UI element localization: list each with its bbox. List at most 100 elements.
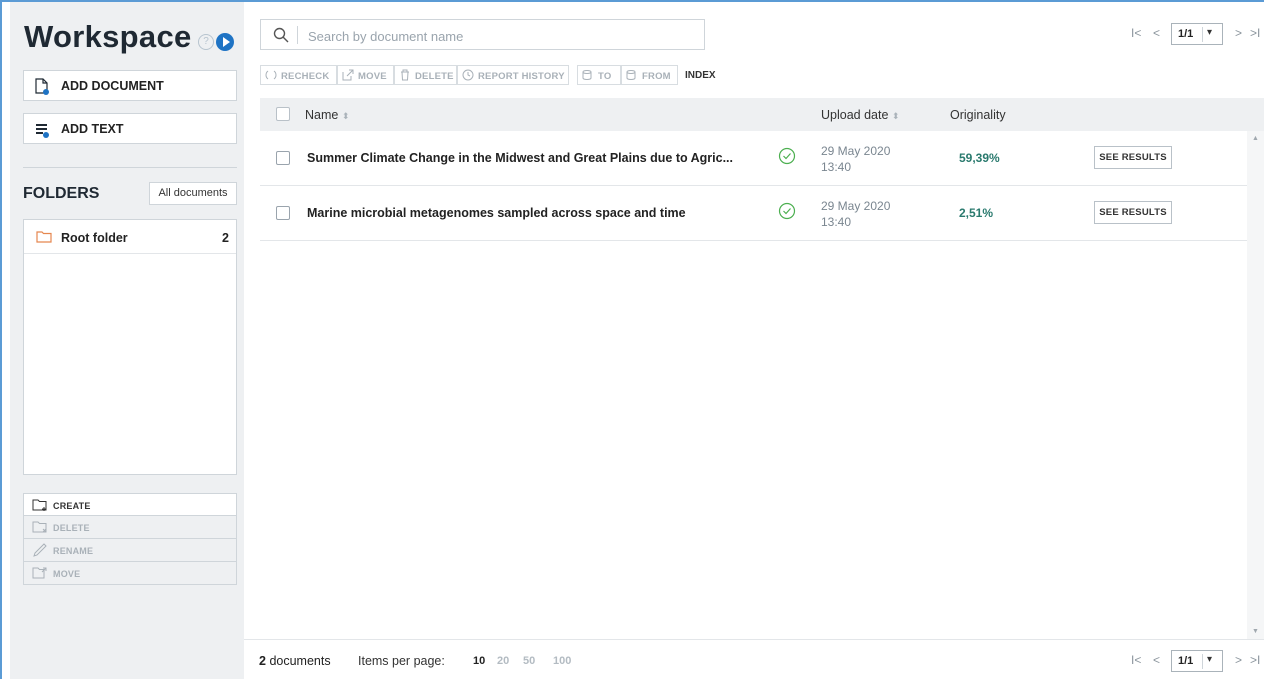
table-row[interactable]: Summer Climate Change in the Midwest and… xyxy=(260,131,1247,186)
add-document-button[interactable]: ADD DOCUMENT xyxy=(23,70,237,101)
all-documents-button[interactable]: All documents xyxy=(149,182,237,205)
recheck-icon xyxy=(265,70,277,80)
search-icon xyxy=(273,27,289,43)
items-per-page-label: Items per page: xyxy=(358,654,445,668)
originality-column-header: Originality xyxy=(950,108,1006,122)
select-all-checkbox[interactable] xyxy=(276,107,290,121)
name-header-label: Name xyxy=(305,108,339,122)
upload-date-day: 29 May 2020 xyxy=(821,144,891,158)
move-folder-button[interactable]: MOVE xyxy=(23,562,237,585)
table-footer: 2 documents Items per page: 10 20 50 100 xyxy=(244,639,1264,680)
index-to-icon xyxy=(582,70,592,80)
document-name[interactable]: Marine microbial metagenomes sampled acr… xyxy=(307,206,686,220)
items-per-page-option-10[interactable]: 10 xyxy=(473,655,485,667)
report-history-button[interactable]: REPORT HISTORY xyxy=(457,65,569,85)
delete-folder-label: DELETE xyxy=(53,523,90,533)
folder-name: Root folder xyxy=(61,231,128,245)
sidebar: Workspace ? ADD DOCUMENT ADD TEXT FOLDER… xyxy=(10,2,244,679)
see-results-button[interactable]: SEE RESULTS xyxy=(1094,146,1172,169)
add-document-label: ADD DOCUMENT xyxy=(61,79,164,93)
next-page-button[interactable]: > xyxy=(1235,26,1242,40)
items-per-page-option-20[interactable]: 20 xyxy=(497,655,509,667)
folder-icon xyxy=(36,231,52,243)
sort-icon: ⬍ xyxy=(891,111,900,121)
table-scrollbar[interactable]: ▲ ▼ xyxy=(1247,131,1264,639)
check-circle-icon xyxy=(778,202,796,220)
table-row[interactable]: Marine microbial metagenomes sampled acr… xyxy=(260,186,1247,241)
move-button[interactable]: MOVE xyxy=(337,65,394,85)
report-history-label: REPORT HISTORY xyxy=(478,71,565,82)
help-icon[interactable]: ? xyxy=(198,34,214,50)
play-tutorial-icon[interactable] xyxy=(216,33,234,51)
upload-date-time: 13:40 xyxy=(821,215,852,229)
folder-item-root[interactable]: Root folder 2 xyxy=(24,220,236,254)
row-checkbox[interactable] xyxy=(276,151,290,165)
upload-date-time: 13:40 xyxy=(821,160,852,174)
upload-date: 29 May 2020 13:40 xyxy=(821,198,890,230)
scroll-down-icon[interactable]: ▼ xyxy=(1252,628,1259,635)
upload-date-column-header[interactable]: Upload date ⬍ xyxy=(821,108,899,122)
add-text-label: ADD TEXT xyxy=(61,122,124,136)
rename-folder-button[interactable]: RENAME xyxy=(23,539,237,562)
upload-date: 29 May 2020 13:40 xyxy=(821,143,890,175)
index-from-label: FROM xyxy=(642,71,671,82)
move-label: MOVE xyxy=(358,71,387,82)
first-page-button[interactable]: I< xyxy=(1131,26,1141,40)
index-label: INDEX xyxy=(685,70,716,81)
page-select-value: 1/1 xyxy=(1178,28,1194,40)
check-circle-icon xyxy=(778,147,796,165)
search-box xyxy=(260,19,705,50)
add-text-icon xyxy=(36,124,49,138)
document-name[interactable]: Summer Climate Change in the Midwest and… xyxy=(307,151,733,165)
workspace-title: Workspace xyxy=(24,19,192,54)
chevron-down-icon: ▾ xyxy=(1207,654,1213,665)
search-input[interactable] xyxy=(306,25,690,47)
add-document-icon xyxy=(35,78,49,95)
delete-label: DELETE xyxy=(415,71,454,82)
next-page-button[interactable]: > xyxy=(1235,653,1242,667)
page-select[interactable]: 1/1 ▾ xyxy=(1171,23,1223,45)
delete-folder-icon xyxy=(32,521,47,533)
sort-icon: ⬍ xyxy=(341,111,350,121)
move-icon xyxy=(342,69,354,81)
originality-value: 2,51% xyxy=(959,206,994,220)
recheck-button[interactable]: RECHECK xyxy=(260,65,337,85)
document-count: 2 documents xyxy=(259,654,331,668)
create-folder-button[interactable]: CREATE xyxy=(23,493,237,516)
index-to-button[interactable]: TO xyxy=(577,65,621,85)
history-icon xyxy=(462,69,474,81)
folder-count: 2 xyxy=(222,231,229,245)
items-per-page-option-50[interactable]: 50 xyxy=(523,655,535,667)
row-checkbox[interactable] xyxy=(276,206,290,220)
document-count-label: documents xyxy=(269,654,331,668)
bottom-pagination: I< < 1/1 ▾ > >I xyxy=(1130,650,1264,673)
folders-heading: FOLDERS xyxy=(23,185,100,202)
trash-icon xyxy=(401,69,409,81)
scroll-up-icon[interactable]: ▲ xyxy=(1252,135,1259,142)
document-count-number: 2 xyxy=(259,654,266,668)
upload-date-header-label: Upload date xyxy=(821,108,889,122)
prev-page-button[interactable]: < xyxy=(1153,26,1160,40)
rename-folder-label: RENAME xyxy=(53,546,94,556)
sidebar-divider xyxy=(23,167,237,168)
index-from-icon xyxy=(626,70,636,80)
see-results-button[interactable]: SEE RESULTS xyxy=(1094,201,1172,224)
page-select-divider xyxy=(1202,654,1203,669)
items-per-page-option-100[interactable]: 100 xyxy=(553,655,571,667)
name-column-header[interactable]: Name ⬍ xyxy=(305,108,349,122)
table-header: Name ⬍ Upload date ⬍ Originality xyxy=(260,98,1264,131)
chevron-down-icon: ▾ xyxy=(1207,27,1213,38)
index-from-button[interactable]: FROM xyxy=(621,65,678,85)
add-text-button[interactable]: ADD TEXT xyxy=(23,113,237,144)
last-page-button[interactable]: >I xyxy=(1250,653,1260,667)
delete-button[interactable]: DELETE xyxy=(394,65,457,85)
page-select[interactable]: 1/1 ▾ xyxy=(1171,650,1223,672)
recheck-label: RECHECK xyxy=(281,71,330,82)
page-select-value: 1/1 xyxy=(1178,655,1194,667)
folder-list: Root folder 2 xyxy=(23,219,237,475)
last-page-button[interactable]: >I xyxy=(1250,26,1260,40)
first-page-button[interactable]: I< xyxy=(1131,653,1141,667)
search-divider xyxy=(297,26,298,44)
prev-page-button[interactable]: < xyxy=(1153,653,1160,667)
delete-folder-button[interactable]: DELETE xyxy=(23,516,237,539)
